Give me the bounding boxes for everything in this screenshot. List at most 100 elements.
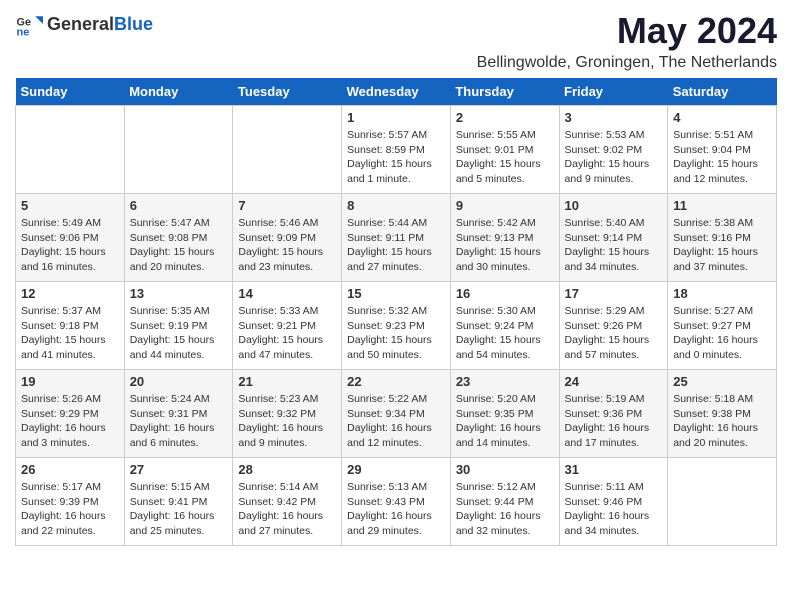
day-info: Sunrise: 5:37 AM Sunset: 9:18 PM Dayligh… bbox=[21, 304, 119, 363]
day-number: 11 bbox=[673, 198, 771, 213]
day-number: 26 bbox=[21, 462, 119, 477]
svg-text:ne: ne bbox=[17, 27, 30, 38]
logo-blue: Blue bbox=[114, 14, 153, 34]
calendar-cell: 16 Sunrise: 5:30 AM Sunset: 9:24 PM Dayli… bbox=[450, 282, 559, 370]
logo-icon: Ge ne bbox=[15, 10, 43, 38]
day-number: 8 bbox=[347, 198, 445, 213]
day-number: 5 bbox=[21, 198, 119, 213]
calendar-cell: 23Sunrise: 5:20 AM Sunset: 9:35 PM Dayli… bbox=[450, 370, 559, 458]
day-number: 7 bbox=[238, 198, 336, 213]
calendar-cell: 19 Sunrise: 5:26 AM Sunset: 9:29 PM Dayli… bbox=[16, 370, 125, 458]
calendar-cell: 4 Sunrise: 5:51 AM Sunset: 9:04 PM Daylig… bbox=[668, 106, 777, 194]
day-info: Sunrise: 5:23 AM Sunset: 9:32 PM Dayligh… bbox=[238, 392, 336, 451]
day-info: Sunrise: 5:38 AM Sunset: 9:16 PM Dayligh… bbox=[673, 216, 771, 275]
day-number: 12 bbox=[21, 286, 119, 301]
day-info: Sunrise: 5:33 AM Sunset: 9:21 PM Dayligh… bbox=[238, 304, 336, 363]
calendar-cell: 27 Sunrise: 5:15 AM Sunset: 9:41 PM Dayli… bbox=[124, 458, 233, 546]
calendar-cell: 12 Sunrise: 5:37 AM Sunset: 9:18 PM Dayli… bbox=[16, 282, 125, 370]
calendar-cell: 7Sunrise: 5:46 AM Sunset: 9:09 PM Daylig… bbox=[233, 194, 342, 282]
day-number: 13 bbox=[130, 286, 228, 301]
calendar-cell: 20Sunrise: 5:24 AM Sunset: 9:31 PM Dayli… bbox=[124, 370, 233, 458]
day-info: Sunrise: 5:57 AM Sunset: 8:59 PM Dayligh… bbox=[347, 128, 445, 187]
day-info: Sunrise: 5:12 AM Sunset: 9:44 PM Dayligh… bbox=[456, 480, 554, 539]
day-info: Sunrise: 5:26 AM Sunset: 9:29 PM Dayligh… bbox=[21, 392, 119, 451]
calendar-cell: 17 Sunrise: 5:29 AM Sunset: 9:26 PM Dayli… bbox=[559, 282, 668, 370]
calendar-cell: 11 Sunrise: 5:38 AM Sunset: 9:16 PM Dayli… bbox=[668, 194, 777, 282]
week-row-4: 26 Sunrise: 5:17 AM Sunset: 9:39 PM Dayli… bbox=[16, 458, 777, 546]
day-number: 16 bbox=[456, 286, 554, 301]
day-number: 27 bbox=[130, 462, 228, 477]
logo: Ge ne GeneralBlue bbox=[15, 10, 153, 38]
calendar-cell: 25 Sunrise: 5:18 AM Sunset: 9:38 PM Dayli… bbox=[668, 370, 777, 458]
day-number: 18 bbox=[673, 286, 771, 301]
title-area: May 2024 Bellingwolde, Groningen, The Ne… bbox=[477, 10, 777, 72]
day-info: Sunrise: 5:44 AM Sunset: 9:11 PM Dayligh… bbox=[347, 216, 445, 275]
month-title: May 2024 bbox=[477, 10, 777, 52]
day-number: 21 bbox=[238, 374, 336, 389]
day-info: Sunrise: 5:40 AM Sunset: 9:14 PM Dayligh… bbox=[565, 216, 663, 275]
day-info: Sunrise: 5:22 AM Sunset: 9:34 PM Dayligh… bbox=[347, 392, 445, 451]
day-number: 19 bbox=[21, 374, 119, 389]
week-row-2: 12 Sunrise: 5:37 AM Sunset: 9:18 PM Dayli… bbox=[16, 282, 777, 370]
day-number: 17 bbox=[565, 286, 663, 301]
calendar-cell: 8 Sunrise: 5:44 AM Sunset: 9:11 PM Daylig… bbox=[342, 194, 451, 282]
calendar-cell: 2Sunrise: 5:55 AM Sunset: 9:01 PM Daylig… bbox=[450, 106, 559, 194]
day-info: Sunrise: 5:15 AM Sunset: 9:41 PM Dayligh… bbox=[130, 480, 228, 539]
day-number: 31 bbox=[565, 462, 663, 477]
calendar-cell: 28 Sunrise: 5:14 AM Sunset: 9:42 PM Dayli… bbox=[233, 458, 342, 546]
week-row-1: 5Sunrise: 5:49 AM Sunset: 9:06 PM Daylig… bbox=[16, 194, 777, 282]
day-info: Sunrise: 5:42 AM Sunset: 9:13 PM Dayligh… bbox=[456, 216, 554, 275]
calendar-cell: 9 Sunrise: 5:42 AM Sunset: 9:13 PM Daylig… bbox=[450, 194, 559, 282]
header-friday: Friday bbox=[559, 78, 668, 106]
calendar-cell: 18 Sunrise: 5:27 AM Sunset: 9:27 PM Dayli… bbox=[668, 282, 777, 370]
day-info: Sunrise: 5:27 AM Sunset: 9:27 PM Dayligh… bbox=[673, 304, 771, 363]
day-number: 2 bbox=[456, 110, 554, 125]
day-number: 28 bbox=[238, 462, 336, 477]
calendar-cell: 1Sunrise: 5:57 AM Sunset: 8:59 PM Daylig… bbox=[342, 106, 451, 194]
day-info: Sunrise: 5:29 AM Sunset: 9:26 PM Dayligh… bbox=[565, 304, 663, 363]
header-wednesday: Wednesday bbox=[342, 78, 451, 106]
day-number: 15 bbox=[347, 286, 445, 301]
day-info: Sunrise: 5:20 AM Sunset: 9:35 PM Dayligh… bbox=[456, 392, 554, 451]
day-info: Sunrise: 5:51 AM Sunset: 9:04 PM Dayligh… bbox=[673, 128, 771, 187]
header-row: SundayMondayTuesdayWednesdayThursdayFrid… bbox=[16, 78, 777, 106]
day-info: Sunrise: 5:47 AM Sunset: 9:08 PM Dayligh… bbox=[130, 216, 228, 275]
day-number: 25 bbox=[673, 374, 771, 389]
calendar-cell: 31Sunrise: 5:11 AM Sunset: 9:46 PM Dayli… bbox=[559, 458, 668, 546]
calendar-cell bbox=[668, 458, 777, 546]
day-number: 22 bbox=[347, 374, 445, 389]
header: Ge ne GeneralBlue May 2024 Bellingwolde,… bbox=[15, 10, 777, 72]
day-info: Sunrise: 5:18 AM Sunset: 9:38 PM Dayligh… bbox=[673, 392, 771, 451]
day-number: 29 bbox=[347, 462, 445, 477]
header-sunday: Sunday bbox=[16, 78, 125, 106]
calendar-cell: 10 Sunrise: 5:40 AM Sunset: 9:14 PM Dayli… bbox=[559, 194, 668, 282]
day-number: 3 bbox=[565, 110, 663, 125]
day-number: 14 bbox=[238, 286, 336, 301]
day-info: Sunrise: 5:19 AM Sunset: 9:36 PM Dayligh… bbox=[565, 392, 663, 451]
calendar-cell: 29Sunrise: 5:13 AM Sunset: 9:43 PM Dayli… bbox=[342, 458, 451, 546]
calendar-cell: 24 Sunrise: 5:19 AM Sunset: 9:36 PM Dayli… bbox=[559, 370, 668, 458]
logo-wordmark: GeneralBlue bbox=[47, 14, 153, 35]
header-saturday: Saturday bbox=[668, 78, 777, 106]
calendar-cell bbox=[16, 106, 125, 194]
logo-general: General bbox=[47, 14, 114, 34]
calendar-cell bbox=[233, 106, 342, 194]
day-info: Sunrise: 5:17 AM Sunset: 9:39 PM Dayligh… bbox=[21, 480, 119, 539]
calendar-cell: 13Sunrise: 5:35 AM Sunset: 9:19 PM Dayli… bbox=[124, 282, 233, 370]
header-monday: Monday bbox=[124, 78, 233, 106]
day-info: Sunrise: 5:14 AM Sunset: 9:42 PM Dayligh… bbox=[238, 480, 336, 539]
day-number: 24 bbox=[565, 374, 663, 389]
day-info: Sunrise: 5:30 AM Sunset: 9:24 PM Dayligh… bbox=[456, 304, 554, 363]
calendar-cell: 5Sunrise: 5:49 AM Sunset: 9:06 PM Daylig… bbox=[16, 194, 125, 282]
calendar-table: SundayMondayTuesdayWednesdayThursdayFrid… bbox=[15, 78, 777, 546]
calendar-cell: 14 Sunrise: 5:33 AM Sunset: 9:21 PM Dayli… bbox=[233, 282, 342, 370]
week-row-0: 1Sunrise: 5:57 AM Sunset: 8:59 PM Daylig… bbox=[16, 106, 777, 194]
day-number: 9 bbox=[456, 198, 554, 213]
day-number: 10 bbox=[565, 198, 663, 213]
calendar-cell: 15Sunrise: 5:32 AM Sunset: 9:23 PM Dayli… bbox=[342, 282, 451, 370]
day-info: Sunrise: 5:53 AM Sunset: 9:02 PM Dayligh… bbox=[565, 128, 663, 187]
day-number: 4 bbox=[673, 110, 771, 125]
day-info: Sunrise: 5:24 AM Sunset: 9:31 PM Dayligh… bbox=[130, 392, 228, 451]
header-thursday: Thursday bbox=[450, 78, 559, 106]
calendar-cell: 21 Sunrise: 5:23 AM Sunset: 9:32 PM Dayli… bbox=[233, 370, 342, 458]
